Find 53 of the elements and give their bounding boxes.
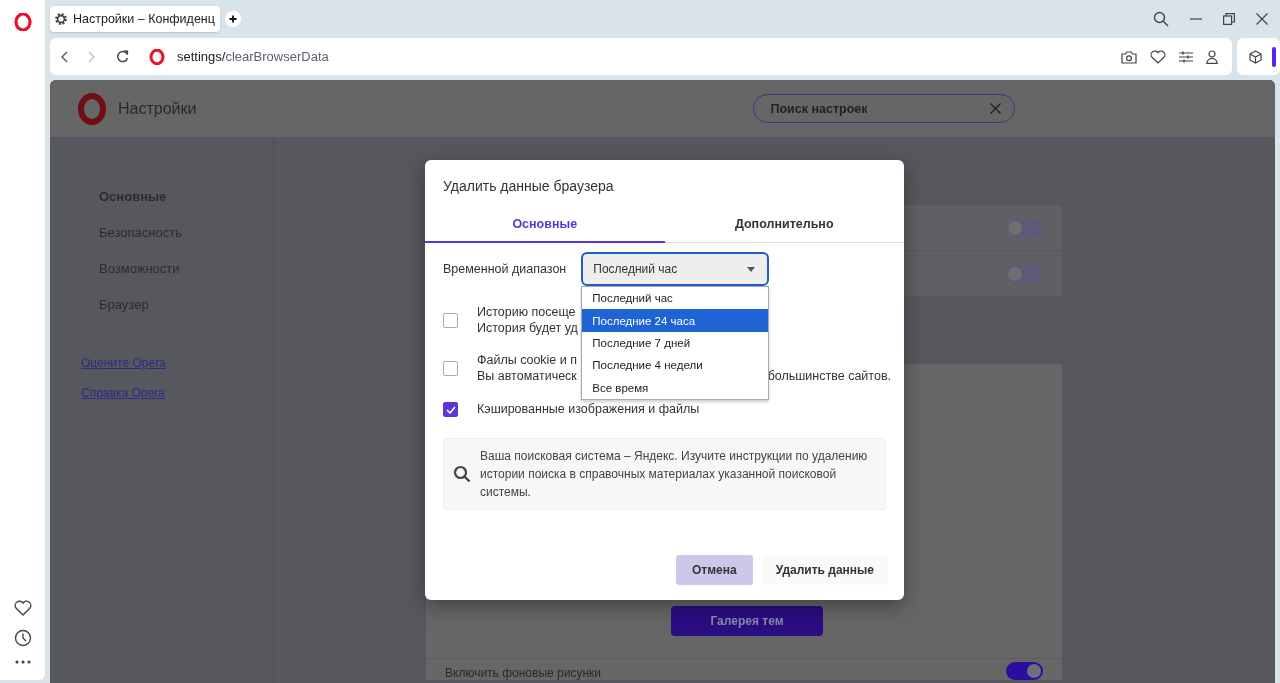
back-icon[interactable] (60, 50, 68, 63)
camera-icon[interactable] (1121, 49, 1137, 64)
toggle-switch[interactable] (1006, 662, 1043, 680)
clear-icon[interactable] (990, 103, 1002, 114)
search-icon (453, 465, 471, 483)
dropdown-option[interactable]: Последние 7 дней (582, 331, 769, 355)
checkbox-label: большинстве сайтов. (767, 370, 891, 383)
checkbox-label: Историю посеще (477, 306, 576, 319)
time-range-label: Временной диапазон (443, 262, 567, 276)
new-tab-icon[interactable] (225, 11, 241, 27)
checkbox[interactable] (443, 313, 458, 328)
checkbox-label: История будет уд (477, 322, 578, 335)
dialog-button[interactable]: Отмена (676, 555, 753, 585)
cube-icon[interactable] (1249, 49, 1262, 64)
notice-text: Ваша поисковая система – Яндекс. Изучите инструкции по удалению истории поиска в справочных материалах указанной поисковой системы. (480, 448, 869, 501)
heart-icon[interactable] (1150, 49, 1166, 64)
theme-gallery-button[interactable]: Галерея тем (671, 606, 823, 636)
url-text: settings/clearBrowserData (177, 49, 329, 64)
person-icon[interactable] (1206, 49, 1218, 64)
checkbox[interactable] (443, 402, 458, 417)
opera-logo-icon[interactable] (13, 13, 32, 31)
setting-label: Включить фоновые рисунки (445, 666, 601, 680)
gear-icon (54, 12, 68, 26)
dialog-title: Удалить данные браузера (442, 177, 615, 196)
more-icon[interactable] (14, 660, 31, 664)
checkbox[interactable] (443, 361, 458, 376)
sidebar-indicator (1272, 46, 1276, 67)
opera-logo-icon (149, 48, 165, 65)
dropdown-caret-icon (747, 266, 756, 272)
dialog-tab[interactable]: Основные (425, 210, 665, 243)
address-bar[interactable]: settings/clearBrowserData (50, 38, 1232, 75)
dropdown-option[interactable]: Последние 4 недели (582, 354, 769, 377)
reload-icon[interactable] (116, 50, 129, 63)
dropdown-option[interactable]: Все время (582, 376, 769, 399)
heart-icon[interactable] (13, 600, 32, 616)
browser-tab[interactable]: Настройки – Конфиденц (50, 6, 220, 32)
dialog-button[interactable]: Удалить данные (761, 555, 888, 585)
search-field[interactable]: Поиск настроек (753, 94, 1016, 123)
tab-title: Настройки – Конфиденц (73, 12, 215, 26)
dialog-tab[interactable]: Дополнительно (664, 210, 904, 243)
dropdown-option[interactable]: Последние 24 часа (582, 309, 769, 332)
settings-title: Настройки (118, 99, 197, 118)
time-range-select[interactable]: Последний час (581, 252, 770, 286)
sliders-icon[interactable] (1179, 50, 1193, 63)
checkbox-label: Кэшированные изображения и файлы (477, 403, 700, 416)
close-icon[interactable] (1256, 13, 1268, 25)
restore-icon[interactable] (1223, 13, 1235, 25)
checkbox-label: Файлы cookie и п (477, 354, 578, 367)
search-icon[interactable] (1153, 11, 1169, 27)
checkbox-label: Вы автоматическ (477, 370, 577, 383)
dropdown-option[interactable]: Последний час (582, 287, 769, 310)
opera-logo-icon (77, 92, 107, 125)
clock-icon[interactable] (13, 629, 32, 647)
